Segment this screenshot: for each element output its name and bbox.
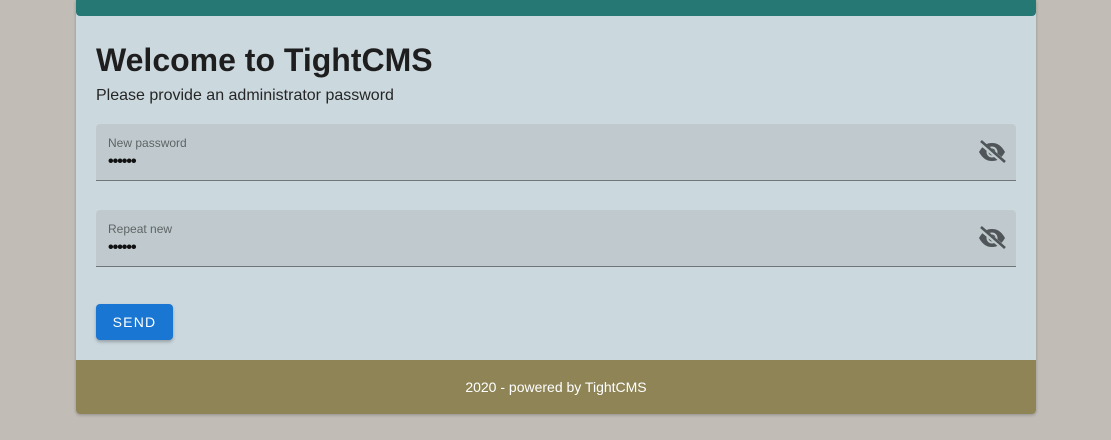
repeat-password-value[interactable]: •••••• <box>108 238 137 258</box>
page-subtitle: Please provide an administrator password <box>96 87 394 104</box>
page-title: Welcome to TightCMS <box>96 42 433 78</box>
repeat-password-label: Repeat new <box>108 222 173 236</box>
visibility-off-icon[interactable] <box>976 223 1008 253</box>
footer: 2020 - powered by TightCMS <box>76 360 1036 414</box>
new-password-field[interactable]: New password •••••• <box>96 124 1016 181</box>
footer-text: 2020 - powered by TightCMS <box>465 379 647 395</box>
repeat-password-field[interactable]: Repeat new •••••• <box>96 210 1016 267</box>
new-password-label: New password <box>108 136 187 150</box>
visibility-off-icon[interactable] <box>976 137 1008 167</box>
setup-card: Welcome to TightCMS Please provide an ad… <box>76 0 1036 414</box>
send-button[interactable]: SEND <box>96 304 173 340</box>
card-top-bar <box>76 0 1036 16</box>
new-password-value[interactable]: •••••• <box>108 152 137 172</box>
